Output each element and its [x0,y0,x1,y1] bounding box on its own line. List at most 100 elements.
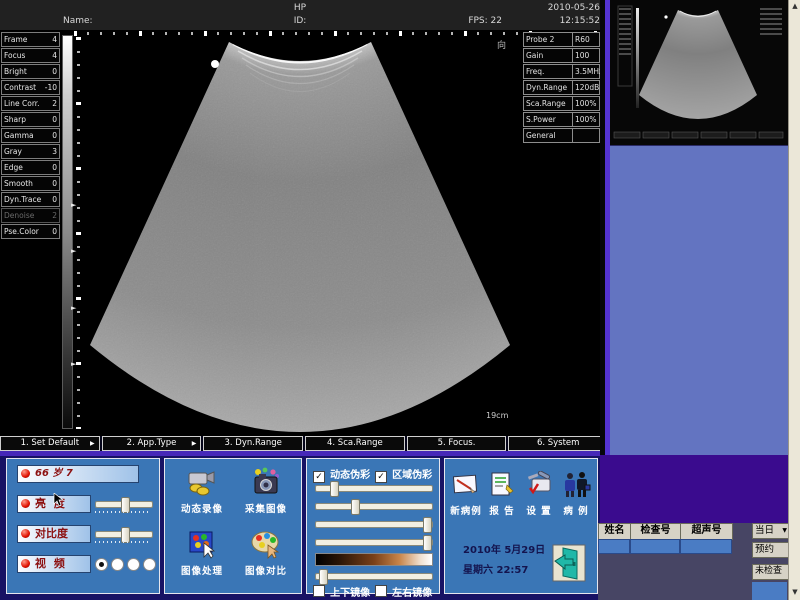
param-contrast[interactable]: Contrast-10 [1,80,60,95]
checkbox-checked-icon[interactable]: ✓ [313,471,325,483]
video-channel-radio-3[interactable] [127,558,140,571]
red-ball-icon [21,559,30,568]
screen-thumbnail[interactable] [610,0,788,145]
filter-not-examined-button[interactable]: 未检查 [752,564,789,580]
param-frame[interactable]: Frame4 [1,32,60,47]
video-channel-radio-4[interactable] [143,558,156,571]
brightness-slider[interactable] [95,501,153,508]
pseudocolor-slider-3[interactable] [315,521,433,528]
video-channel-radio-2[interactable] [111,558,124,571]
param-gamma[interactable]: Gamma0 [1,128,60,143]
slider-thumb[interactable] [423,517,432,533]
date-display: 2010-05-26 [500,3,600,13]
grayscale-bar [62,35,73,429]
camera-icon [250,467,282,497]
focus-marker-icon[interactable]: ► [71,305,76,312]
report-button[interactable]: 报 告 [484,471,520,517]
case-management-panel: 新病例 报 告 设 置 [444,458,598,594]
image-process-button[interactable]: 图像处理 [171,529,233,577]
param-line-corr[interactable]: Line Corr.2 [1,96,60,111]
slider-thumb[interactable] [351,499,360,515]
param-focus[interactable]: Focus4 [1,48,60,63]
tab-focus[interactable]: 5. Focus. [407,436,507,451]
tab-dyn-range[interactable]: 3. Dyn.Range [203,436,303,451]
param-gray[interactable]: Gray3 [1,144,60,159]
capture-image-button[interactable]: 采集图像 [235,467,297,515]
patient-id-label: ID: [240,16,360,26]
param-edge[interactable]: Edge0 [1,160,60,175]
new-case-icon [451,471,481,499]
exit-icon[interactable] [551,543,587,583]
table-row[interactable] [630,539,680,554]
gain-row[interactable]: Gain100 [523,48,600,63]
column-header-exam-no[interactable]: 检查号 [630,523,681,540]
contrast-slider[interactable] [95,531,153,538]
param-sharp[interactable]: Sharp0 [1,112,60,127]
tab-app-type[interactable]: 2. App.Type▶ [102,436,202,451]
image-compare-button[interactable]: 图像对比 [235,529,297,577]
top-status-bar: HP 2010-05-26 Name: ID: FPS: 22 12:15:52 [0,0,608,30]
scroll-up-icon[interactable]: ▲ [789,2,800,10]
video-channel-radio-1[interactable] [95,558,108,571]
param-denoise: Denoise2 [1,208,60,223]
table-row[interactable] [680,539,732,554]
colormap-gradient-bar [315,553,433,566]
mouse-cursor-icon [53,493,65,507]
vertical-mirror-checkbox[interactable]: 上下镜像 [313,581,370,600]
horizontal-mirror-checkbox[interactable]: 左右镜像 [375,581,432,600]
palette-hand-icon [186,529,218,559]
cases-button[interactable]: 病 例 [558,471,594,517]
tab-set-default[interactable]: 1. Set Default▶ [0,436,100,451]
system-date: 2010年 5月29日 [463,541,545,556]
freq-row[interactable]: Freq.3.5MHz [523,64,600,79]
slider-thumb[interactable] [330,481,339,497]
time-display: 12:15:52 [500,16,600,26]
param-bright[interactable]: Bright0 [1,64,60,79]
tab-sca-range[interactable]: 4. Sca.Range [305,436,405,451]
settings-icon [524,471,554,499]
probe-row[interactable]: Probe 2R60 [523,32,600,47]
param-dyn-trace[interactable]: Dyn.Trace0 [1,192,60,207]
param-smooth[interactable]: Smooth0 [1,176,60,191]
filter-today-dropdown[interactable]: 当日 ▼ [752,523,789,539]
new-case-button[interactable]: 新病例 [447,471,485,517]
settings-button[interactable]: 设 置 [521,471,557,517]
general-row[interactable]: General [523,128,600,143]
video-label[interactable]: 视 频 [17,555,91,573]
checkbox-unchecked-icon[interactable] [313,585,325,597]
focus-marker-icon[interactable]: ► [71,361,76,368]
image-parameter-list: Frame4 Focus4 Bright0 Contrast-10 Line C… [1,32,59,240]
filter-appointment-button[interactable]: 预约 [752,542,789,558]
pseudo-color-panel: ✓ 动态伪彩 ✓ 区域伪彩 上下镜像 左右镜像 [306,458,440,594]
contrast-label[interactable]: 对比度 [17,525,91,543]
table-row[interactable] [598,539,630,554]
dynamic-pseudocolor-checkbox[interactable]: ✓ 动态伪彩 [313,463,370,483]
palette-compare-icon [250,529,282,559]
scroll-down-icon[interactable]: ▼ [789,588,800,596]
vertical-scrollbar[interactable]: ▲ ▼ [788,0,800,600]
tab-system[interactable]: 6. System [508,436,608,451]
param-pse-color[interactable]: Pse.Color0 [1,224,60,239]
dyn-range-row[interactable]: Dyn.Range120dB [523,80,600,95]
patient-display-panel: 66 岁 7 亮 度 对比度 视 频 [6,458,160,594]
focus-marker-icon[interactable]: ► [71,202,76,209]
slider-thumb[interactable] [423,535,432,551]
region-pseudocolor-checkbox[interactable]: ✓ 区域伪彩 [375,463,432,483]
submenu-arrow-icon: ▶ [192,437,197,450]
dynamic-record-button[interactable]: 动态录像 [171,467,233,515]
pseudocolor-slider-1[interactable] [315,485,433,492]
patient-age-field[interactable]: 66 岁 7 [17,465,139,483]
focus-marker-icon[interactable]: ► [71,248,76,255]
column-header-ultrasound-no[interactable]: 超声号 [680,523,733,540]
right-side-panel [610,145,788,456]
ultrasound-sector-image [0,30,608,436]
sca-range-row[interactable]: Sca.Range100% [523,96,600,111]
column-header-name[interactable]: 姓名 [598,523,631,540]
pseudocolor-slider-2[interactable] [315,503,433,510]
colormap-slider[interactable] [315,573,433,580]
checkbox-unchecked-icon[interactable] [375,585,387,597]
checkbox-checked-icon[interactable]: ✓ [375,471,387,483]
s-power-row[interactable]: S.Power100% [523,112,600,127]
pseudocolor-slider-4[interactable] [315,539,433,546]
filter-result-box [752,582,787,600]
